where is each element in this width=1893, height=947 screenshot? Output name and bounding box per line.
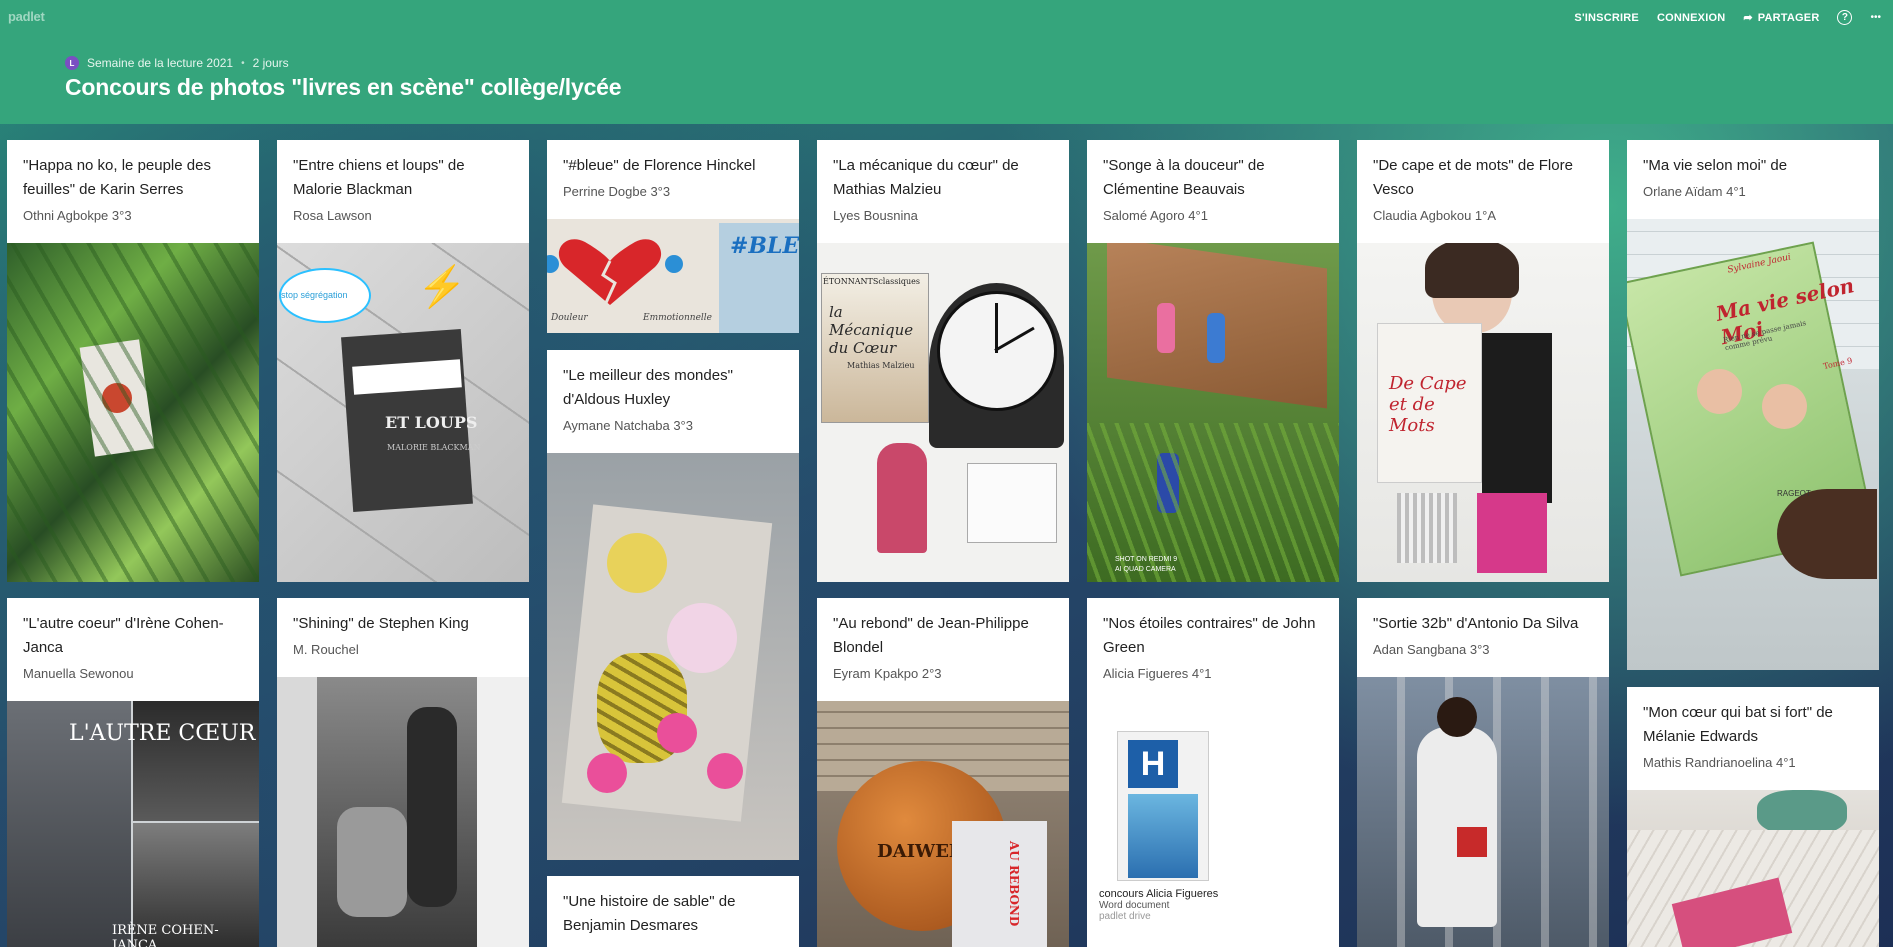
post-image[interactable] (547, 453, 799, 860)
overlay-top-text: L'AUTRE CŒUR (69, 721, 256, 746)
share-button[interactable]: ➦ PARTAGER (1743, 11, 1820, 25)
hospital-sign-icon: H (1128, 740, 1178, 788)
post-image[interactable]: ÉTONNANTSclassiques la Mécanique du Cœur… (817, 243, 1069, 582)
post-author: Eyram Kpakpo 2°3 (833, 666, 942, 681)
cover-text: AU REBOND (1007, 841, 1021, 927)
post-title: "Au rebond" de Jean-Philippe Blondel (833, 615, 1029, 656)
wall-author[interactable]: Semaine de la lecture 2021 (87, 56, 233, 70)
post-author: Othni Agbokpe 3°3 (23, 208, 132, 223)
post-card[interactable]: "Sortie 32b" d'Antonio Da Silva Adan San… (1357, 598, 1609, 947)
post-title: "Mon cœur qui bat si fort" de Mélanie Ed… (1643, 704, 1833, 745)
post-author: Mathis Randrianoelina 4°1 (1643, 755, 1796, 770)
cover-author: Mathias Malzieu (847, 361, 915, 370)
post-image[interactable] (7, 243, 259, 582)
broken-heart-icon (555, 237, 665, 307)
post-card[interactable]: "#bleue" de Florence Hinckel Perrine Dog… (547, 140, 799, 333)
post-title: "Shining" de Stephen King (293, 615, 469, 632)
post-author: M. Rouchel (293, 642, 359, 657)
help-icon[interactable]: ? (1837, 10, 1853, 25)
attachment-info[interactable]: concours Alicia Figueres Word document p… (1087, 888, 1339, 922)
post-author: Adan Sangbana 3°3 (1373, 642, 1490, 657)
post-author: Aymane Natchaba 3°3 (563, 418, 693, 433)
attachment-title: concours Alicia Figueres (1099, 888, 1219, 900)
wall-age: 2 jours (252, 56, 289, 70)
post-card[interactable]: "La mécanique du cœur" de Mathias Malzie… (817, 140, 1069, 582)
post-card[interactable]: "De cape et de mots" de Flore Vesco Clau… (1357, 140, 1609, 582)
post-image[interactable] (1627, 790, 1879, 947)
post-title: "Le meilleur des mondes" d'Aldous Huxley (563, 367, 733, 408)
attachment-source: padlet drive (1099, 911, 1151, 922)
lightning-icon: ⚡ (417, 265, 467, 309)
signup-button[interactable]: S'INSCRIRE (1574, 12, 1639, 24)
caption-left: Douleur (551, 313, 588, 323)
post-title: "Une histoire de sable" de Benjamin Desm… (563, 893, 736, 934)
cover-series: ÉTONNANTSclassiques (823, 277, 921, 286)
post-title: "L'autre coeur" d'Irène Cohen-Janca (23, 615, 224, 656)
post-author: Claudia Agbokou 1°A (1373, 208, 1497, 223)
avatar[interactable]: L (65, 56, 79, 70)
post-author: Rosa Lawson (293, 208, 372, 223)
post-image[interactable] (277, 677, 529, 947)
post-card[interactable]: "Happa no ko, le peuple des feuilles" de… (7, 140, 259, 582)
cover-author-text: MALORIE BLACKMAN (387, 443, 481, 452)
padlet-logo[interactable]: padlet (8, 9, 45, 24)
login-button[interactable]: CONNEXION (1657, 12, 1725, 24)
page-title: Concours de photos "livres en scène" col… (65, 74, 622, 100)
post-author: Alicia Figueres 4°1 (1103, 666, 1212, 681)
cover-title: la Mécanique du Cœur (829, 303, 914, 357)
watermark-line1: SHOT ON REDMI 9 (1115, 556, 1178, 563)
share-label: PARTAGER (1757, 11, 1820, 24)
post-card[interactable]: "Ma vie selon moi" de Orlane Aïdam 4°1 S… (1627, 140, 1879, 670)
post-card[interactable]: "Nos étoiles contraires" de John Green A… (1087, 598, 1339, 947)
wall-meta: L Semaine de la lecture 2021 • 2 jours (65, 56, 289, 70)
post-author: Manuella Sewonou (23, 666, 134, 681)
share-icon: ➦ (1743, 12, 1753, 24)
post-title: "Songe à la douceur" de Clémentine Beauv… (1103, 157, 1265, 198)
meta-separator: • (241, 57, 245, 69)
attachment-thumbnail[interactable]: H (1117, 731, 1209, 881)
post-image[interactable]: DAIWEN AU REBOND (817, 701, 1069, 947)
sticker-text: stop ségrégation (281, 290, 348, 300)
post-author: Perrine Dogbe 3°3 (563, 184, 671, 199)
top-nav: S'INSCRIRE CONNEXION ➦ PARTAGER ? ••• (1574, 10, 1881, 25)
more-options-icon[interactable]: ••• (1870, 12, 1881, 23)
post-image[interactable]: stop ségrégation ET LOUPS MALORIE BLACKM… (277, 243, 529, 582)
post-card[interactable]: "Mon cœur qui bat si fort" de Mélanie Ed… (1627, 687, 1879, 947)
header-bar: padlet S'INSCRIRE CONNEXION ➦ PARTAGER ?… (0, 0, 1893, 124)
cover-text: De Cape et de Mots (1389, 373, 1467, 436)
post-title: "Ma vie selon moi" de (1643, 157, 1788, 174)
post-author: Orlane Aïdam 4°1 (1643, 184, 1746, 199)
post-title: "#bleue" de Florence Hinckel (563, 157, 756, 174)
post-author: Lyes Bousnina (833, 208, 918, 223)
post-image[interactable] (1357, 677, 1609, 947)
post-card[interactable]: "Le meilleur des mondes" d'Aldous Huxley… (547, 350, 799, 860)
post-image[interactable]: L'AUTRE CŒUR IRÈNE COHEN-JANCA (7, 701, 259, 947)
post-title: "Entre chiens et loups" de Malorie Black… (293, 157, 465, 198)
post-image[interactable]: De Cape et de Mots (1357, 243, 1609, 582)
post-card[interactable]: "Entre chiens et loups" de Malorie Black… (277, 140, 529, 582)
cover-text: #BLEUE (730, 233, 799, 259)
cover-publisher: RAGEOT (1777, 489, 1811, 498)
post-title: "La mécanique du cœur" de Mathias Malzie… (833, 157, 1019, 198)
caption-right: Emmotionnelle (643, 313, 712, 323)
post-image[interactable]: Sylvaine Jaoui Ma vie selon Moi Rien ne … (1627, 219, 1879, 670)
attachment-type: Word document (1099, 900, 1170, 911)
post-image[interactable]: #BLEUE Douleur Emmotionnelle (547, 219, 799, 333)
post-author: Salomé Agoro 4°1 (1103, 208, 1208, 223)
post-image[interactable]: SHOT ON REDMI 9 AI QUAD CAMERA (1087, 243, 1339, 582)
post-title: "Sortie 32b" d'Antonio Da Silva (1373, 615, 1579, 632)
post-card[interactable]: "Songe à la douceur" de Clémentine Beauv… (1087, 140, 1339, 582)
post-title: "De cape et de mots" de Flore Vesco (1373, 157, 1573, 198)
post-card[interactable]: "Shining" de Stephen King M. Rouchel (277, 598, 529, 947)
post-title: "Happa no ko, le peuple des feuilles" de… (23, 157, 211, 198)
post-card[interactable]: "L'autre coeur" d'Irène Cohen-Janca Manu… (7, 598, 259, 947)
cover-main-text: ET LOUPS (385, 413, 478, 432)
post-card[interactable]: "Au rebond" de Jean-Philippe Blondel Eyr… (817, 598, 1069, 947)
watermark-line2: AI QUAD CAMERA (1115, 566, 1176, 573)
post-title: "Nos étoiles contraires" de John Green (1103, 615, 1316, 656)
post-card[interactable]: "Une histoire de sable" de Benjamin Desm… (547, 876, 799, 947)
overlay-bottom-text: IRÈNE COHEN-JANCA (112, 923, 219, 947)
